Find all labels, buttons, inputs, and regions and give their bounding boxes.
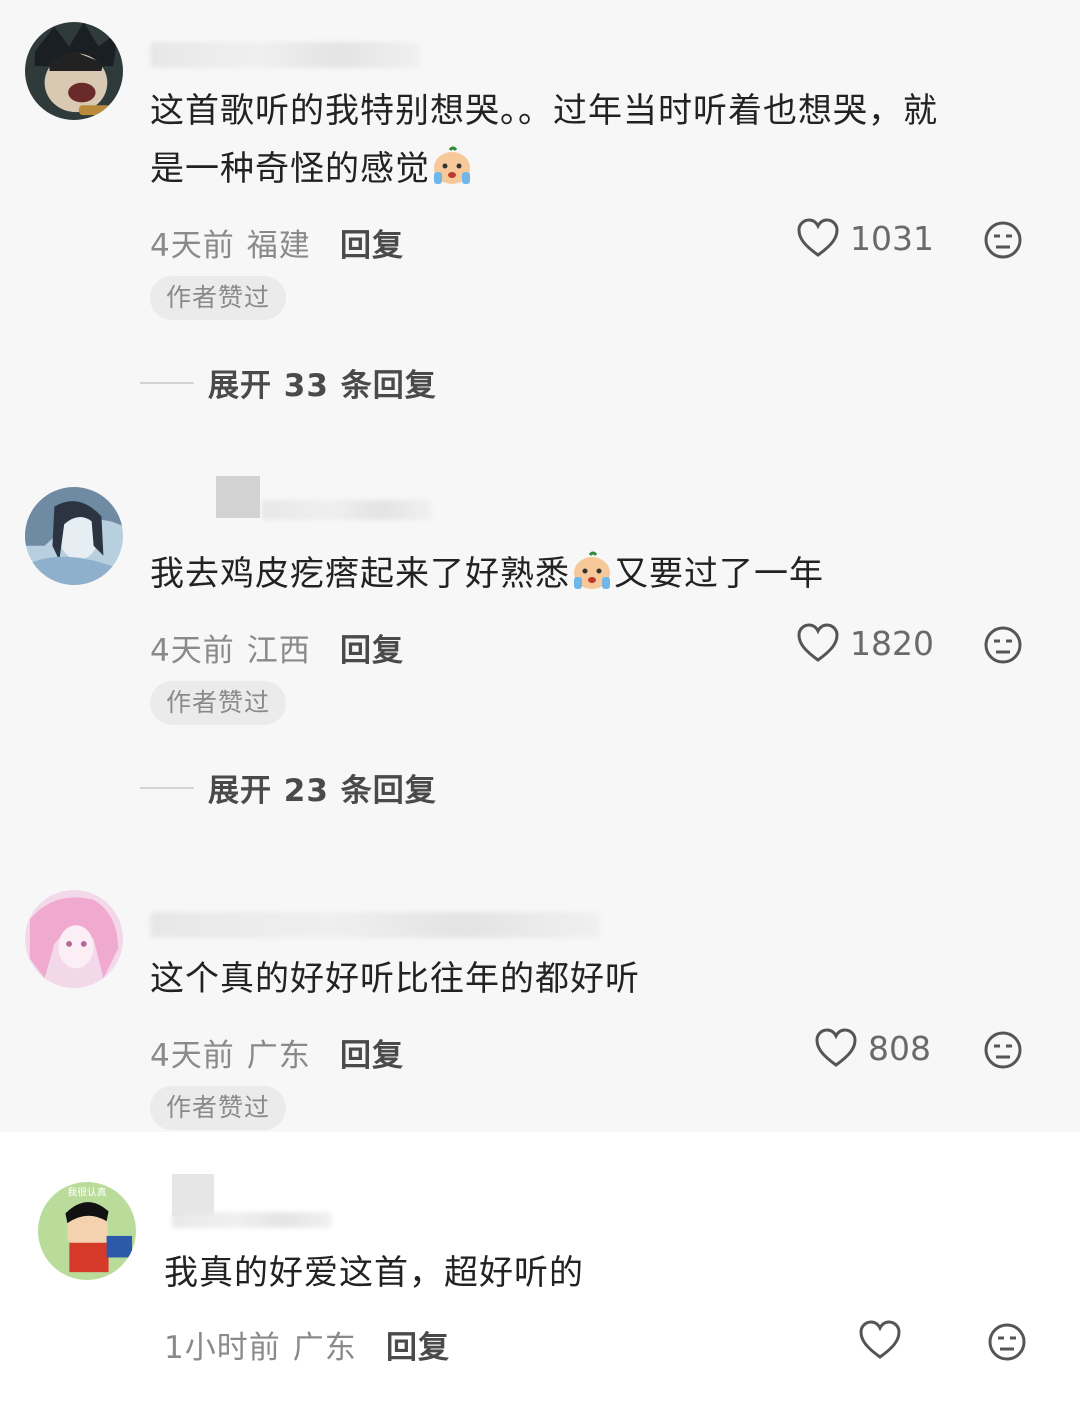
avatar[interactable] [25, 487, 123, 585]
author-liked-tag: 作者赞过 [150, 276, 287, 320]
crying-face-emoji-icon [574, 551, 610, 589]
heart-outline-icon [797, 218, 839, 257]
avatar-anime-icon [25, 487, 123, 585]
heart-outline-icon [859, 1320, 901, 1359]
neutral-face-icon[interactable] [983, 1030, 1023, 1070]
comment-meta: 4天前 福建 [150, 220, 311, 265]
comment-text: 我真的好爱这首，超好听的 [164, 1253, 584, 1293]
username-redacted[interactable] [172, 1174, 214, 1216]
reply-button[interactable]: 回复 [340, 625, 404, 670]
comment-location: 广东 [292, 1330, 357, 1366]
comment-meta: 4天前 广东 [150, 1030, 311, 1075]
reply-button[interactable]: 回复 [386, 1322, 450, 1367]
username-blurred [262, 500, 432, 520]
divider-line [140, 381, 194, 384]
avatar-anime-icon [25, 890, 123, 988]
like-count: 808 [868, 1028, 931, 1068]
comment-time: 4天前 [150, 228, 235, 264]
divider-line [140, 786, 194, 789]
comment-text: 这首歌听的我特别想哭。。过年当时听着也想哭，就 是一种奇怪的感觉 [150, 82, 1030, 198]
avatar-anime-icon [25, 22, 123, 120]
comment-text-part-2: 又要过了一年 [614, 554, 824, 594]
like-button[interactable]: 1031 [796, 218, 934, 258]
reply-button[interactable]: 回复 [340, 1030, 404, 1075]
comment-text-line-2: 是一种奇怪的感觉 [150, 149, 430, 189]
comment-text-line-1: 这首歌听的我特别想哭。。过年当时听着也想哭，就 [150, 91, 938, 131]
neutral-face-icon[interactable] [987, 1322, 1027, 1362]
username-redacted[interactable] [216, 476, 260, 518]
expand-replies-button[interactable]: 展开 23 条回复 [140, 765, 437, 810]
expand-replies-button[interactable]: 展开 33 条回复 [140, 360, 437, 405]
like-count: 1820 [850, 623, 934, 663]
like-button[interactable]: 1820 [796, 623, 934, 663]
avatar[interactable]: 我很认真 [38, 1182, 136, 1280]
expand-replies-label: 展开 33 条回复 [208, 368, 437, 404]
avatar[interactable] [25, 890, 123, 988]
comment-location: 江西 [246, 633, 311, 669]
comment-location: 福建 [246, 228, 311, 264]
avatar[interactable] [25, 22, 123, 120]
comment-time: 4天前 [150, 1038, 235, 1074]
comment-text: 我去鸡皮疙瘩起来了好熟悉 又要过了一年 [150, 545, 1030, 603]
comment-text-part-1: 我去鸡皮疙瘩起来了好熟悉 [150, 554, 570, 594]
username-blurred[interactable] [150, 912, 600, 938]
like-button[interactable] [858, 1320, 902, 1360]
neutral-face-icon[interactable] [983, 625, 1023, 665]
author-liked-tag: 作者赞过 [150, 1086, 287, 1130]
username-blurred[interactable] [150, 42, 420, 68]
comment-meta: 1小时前 广东 [164, 1322, 357, 1367]
username-blurred [172, 1212, 332, 1228]
avatar-cartoon-icon: 我很认真 [38, 1182, 136, 1280]
author-liked-tag: 作者赞过 [150, 681, 287, 725]
crying-face-emoji-icon [434, 146, 470, 184]
like-count: 1031 [850, 218, 934, 258]
comment-meta: 4天前 江西 [150, 625, 311, 670]
comment-time: 1小时前 [164, 1330, 281, 1366]
neutral-face-icon[interactable] [983, 220, 1023, 260]
heart-outline-icon [815, 1028, 857, 1067]
comment-location: 广东 [246, 1038, 311, 1074]
comment-text: 这个真的好好听比往年的都好听 [150, 959, 640, 999]
like-button[interactable]: 808 [814, 1028, 931, 1068]
expand-replies-label: 展开 23 条回复 [208, 773, 437, 809]
heart-outline-icon [797, 623, 839, 662]
reply-button[interactable]: 回复 [340, 220, 404, 265]
avatar-text: 我很认真 [67, 1186, 106, 1199]
comment-time: 4天前 [150, 633, 235, 669]
